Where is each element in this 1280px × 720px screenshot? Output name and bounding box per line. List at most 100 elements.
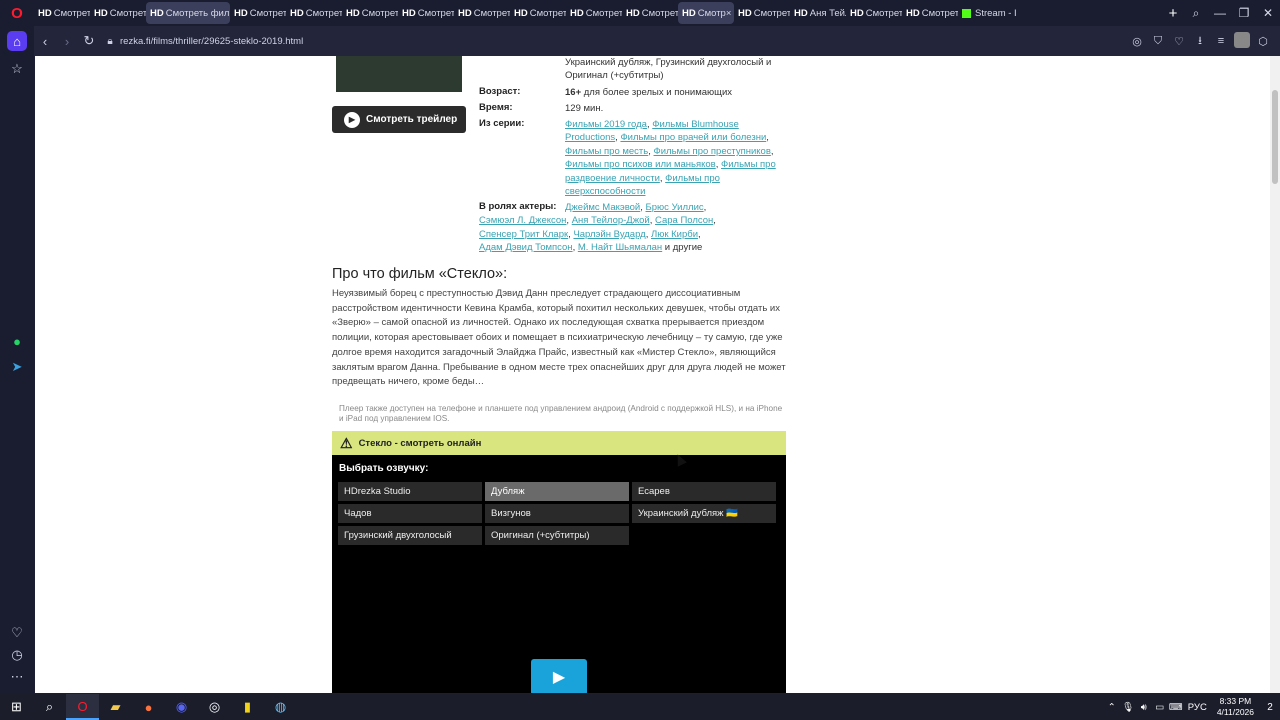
obs-icon[interactable]: ◎ xyxy=(198,694,231,720)
actor-link[interactable]: Аня Тейлор-Джой xyxy=(572,215,650,226)
search-tabs-icon[interactable]: ⌕ xyxy=(1184,6,1208,21)
actor-link[interactable]: Брюс Уиллис xyxy=(646,202,704,213)
browser-tab[interactable]: HDСмотреть xyxy=(230,2,286,24)
more-icon[interactable]: ⋯ xyxy=(7,667,27,687)
browser-tab[interactable]: HDСмотреть xyxy=(622,2,678,24)
page-scrollbar[interactable] xyxy=(1270,56,1280,693)
voice-option[interactable]: HDrezka Studio xyxy=(338,482,482,501)
opera-taskbar-icon[interactable]: O xyxy=(66,694,99,720)
scrollbar-thumb[interactable] xyxy=(1272,90,1278,184)
star-icon[interactable]: ☆ xyxy=(7,59,27,79)
notifications-icon[interactable]: 2 xyxy=(1260,702,1280,713)
actor-link[interactable]: Люк Кирби xyxy=(651,229,698,240)
browser-tab[interactable]: HDСмотреть xyxy=(902,2,958,24)
actor-link[interactable]: Спенсер Трит Кларк xyxy=(479,229,568,240)
video-player[interactable]: Выбрать озвучку: HDrezka Studio Дубляж Еса… xyxy=(332,455,786,693)
age-label: Возраст: xyxy=(479,86,521,97)
browser-tab[interactable]: HDСмотреть xyxy=(510,2,566,24)
browser-tab[interactable]: HDСмотреть фильм xyxy=(146,2,230,24)
browser-tab[interactable]: Stream - I xyxy=(958,2,1042,24)
dubbing-list: Украинский дубляж, Грузинский двухголосы… xyxy=(565,57,772,82)
series-link[interactable]: Фильмы про врачей или болезни xyxy=(620,132,766,143)
browser-tab[interactable]: HDСмотреть xyxy=(398,2,454,24)
minimize-icon[interactable]: — xyxy=(1208,6,1232,21)
actor-link[interactable]: Сара Полсон xyxy=(655,215,713,226)
tab-hd-badge: HD xyxy=(458,7,472,19)
actor-link[interactable]: Джеймс Макэвой xyxy=(565,202,640,213)
whatsapp-icon[interactable]: ● xyxy=(7,331,27,351)
browser-tab[interactable]: HDСмотреть xyxy=(342,2,398,24)
firefox-icon[interactable]: ● xyxy=(132,694,165,720)
back-icon[interactable]: ‹ xyxy=(34,34,56,49)
actor-link[interactable]: Адам Дэвид Томпсон xyxy=(479,242,573,253)
actor-link[interactable]: М. Найт Шьямалан xyxy=(578,242,662,253)
browser-tab[interactable]: HDСмотреть xyxy=(90,2,146,24)
tab-title: Смотреть xyxy=(109,7,146,19)
opera-logo-icon[interactable]: O xyxy=(0,0,34,26)
menu-icon[interactable]: ≡ xyxy=(1212,35,1230,47)
history-icon[interactable]: ◷ xyxy=(7,645,27,665)
browser-tab[interactable]: HDСмотреть xyxy=(34,2,90,24)
tab-strip: HDСмотретьHDСмотретьHDСмотреть фильмHDСм… xyxy=(34,0,1162,26)
browser-tab[interactable]: HDСмотреть xyxy=(286,2,342,24)
play-button[interactable]: ▶ xyxy=(531,659,587,693)
voice-option[interactable]: Дубляж xyxy=(485,482,629,501)
windows-start-icon[interactable]: ⊞ xyxy=(0,694,33,720)
forward-icon[interactable]: › xyxy=(56,34,78,49)
voice-option[interactable]: Оригинал (+субтитры) xyxy=(485,526,629,545)
keyboard-icon[interactable]: ⌨ xyxy=(1168,702,1184,713)
chevron-up-icon[interactable]: ⌃ xyxy=(1104,702,1120,713)
tab-hd-badge: HD xyxy=(850,7,864,19)
search-icon[interactable]: ⌕ xyxy=(33,694,66,720)
trailer-button[interactable]: ▶ Смотреть трейлер xyxy=(332,106,466,133)
telegram-icon[interactable]: ➤ xyxy=(7,357,27,377)
series-link[interactable]: Фильмы про психов или маньяков xyxy=(565,159,716,170)
lock-icon[interactable]: 🔒︎ xyxy=(100,36,120,47)
volume-icon[interactable]: 🔊︎ xyxy=(1136,702,1152,713)
heart-icon[interactable]: ♡ xyxy=(1170,35,1188,48)
new-tab-button[interactable]: + xyxy=(1162,5,1184,22)
microphone-icon[interactable]: 🎙︎ xyxy=(1120,702,1136,713)
browser-tab[interactable]: HD Смотр × xyxy=(678,2,734,24)
browser-tab[interactable]: HDСмотреть xyxy=(566,2,622,24)
browser-tab[interactable]: HDАня Тейлор xyxy=(790,2,846,24)
series-link[interactable]: Фильмы 2019 года xyxy=(565,119,647,130)
home-icon[interactable]: ⌂ xyxy=(7,31,27,51)
tab-title: Stream - I xyxy=(975,7,1017,19)
tab-hd-badge: HD xyxy=(94,7,108,19)
close-window-icon[interactable]: ✕ xyxy=(1256,6,1280,21)
app-icon[interactable]: ▮ xyxy=(231,694,264,720)
heart-icon[interactable]: ♡ xyxy=(7,623,27,643)
reload-icon[interactable]: ↻ xyxy=(78,33,100,49)
voice-option[interactable]: Визгунов xyxy=(485,504,629,523)
camera-icon[interactable]: ◎ xyxy=(1128,35,1146,48)
restore-icon[interactable]: ❐ xyxy=(1232,6,1256,21)
actor-link[interactable]: Чарлэйн Вудард xyxy=(573,229,645,240)
movie-poster[interactable] xyxy=(336,56,462,92)
voice-option[interactable]: Чадов xyxy=(338,504,482,523)
browser-tab[interactable]: HDСмотреть xyxy=(454,2,510,24)
download-icon[interactable]: ⭳ xyxy=(1191,32,1209,51)
browser-tab[interactable]: HDСмотреть xyxy=(846,2,902,24)
steam-icon[interactable]: ◍ xyxy=(264,694,297,720)
voice-option[interactable]: Есарев xyxy=(632,482,776,501)
tab-close-icon[interactable]: × xyxy=(726,8,732,19)
voice-option[interactable]: Грузинский двухголосый xyxy=(338,526,482,545)
shield-icon[interactable]: ⛉ xyxy=(1149,35,1167,48)
tab-title: Смотреть xyxy=(249,7,286,19)
browser-tab[interactable]: HDСмотреть xyxy=(734,2,790,24)
series-link[interactable]: Фильмы про месть xyxy=(565,146,648,157)
language-indicator[interactable]: РУС xyxy=(1188,702,1207,713)
clock[interactable]: 8:33 PM 4/11/2026 xyxy=(1217,696,1254,718)
extensions-icon[interactable]: ⬡ xyxy=(1254,35,1272,48)
discord-icon[interactable]: ◉ xyxy=(165,694,198,720)
url-field[interactable]: rezka.fi/films/thriller/29625-steklo-201… xyxy=(120,36,303,47)
series-link[interactable]: Фильмы про преступников xyxy=(654,146,771,157)
network-icon[interactable]: ▭ xyxy=(1152,702,1168,713)
tab-title: Смотр xyxy=(697,7,726,19)
profile-avatar[interactable] xyxy=(1233,31,1251,51)
tab-title: Смотреть xyxy=(921,7,958,19)
voice-option[interactable]: Украинский дубляж 🇺🇦 xyxy=(632,504,776,523)
file-explorer-icon[interactable]: ▰ xyxy=(99,694,132,720)
actor-link[interactable]: Сэмюэл Л. Джексон xyxy=(479,215,566,226)
